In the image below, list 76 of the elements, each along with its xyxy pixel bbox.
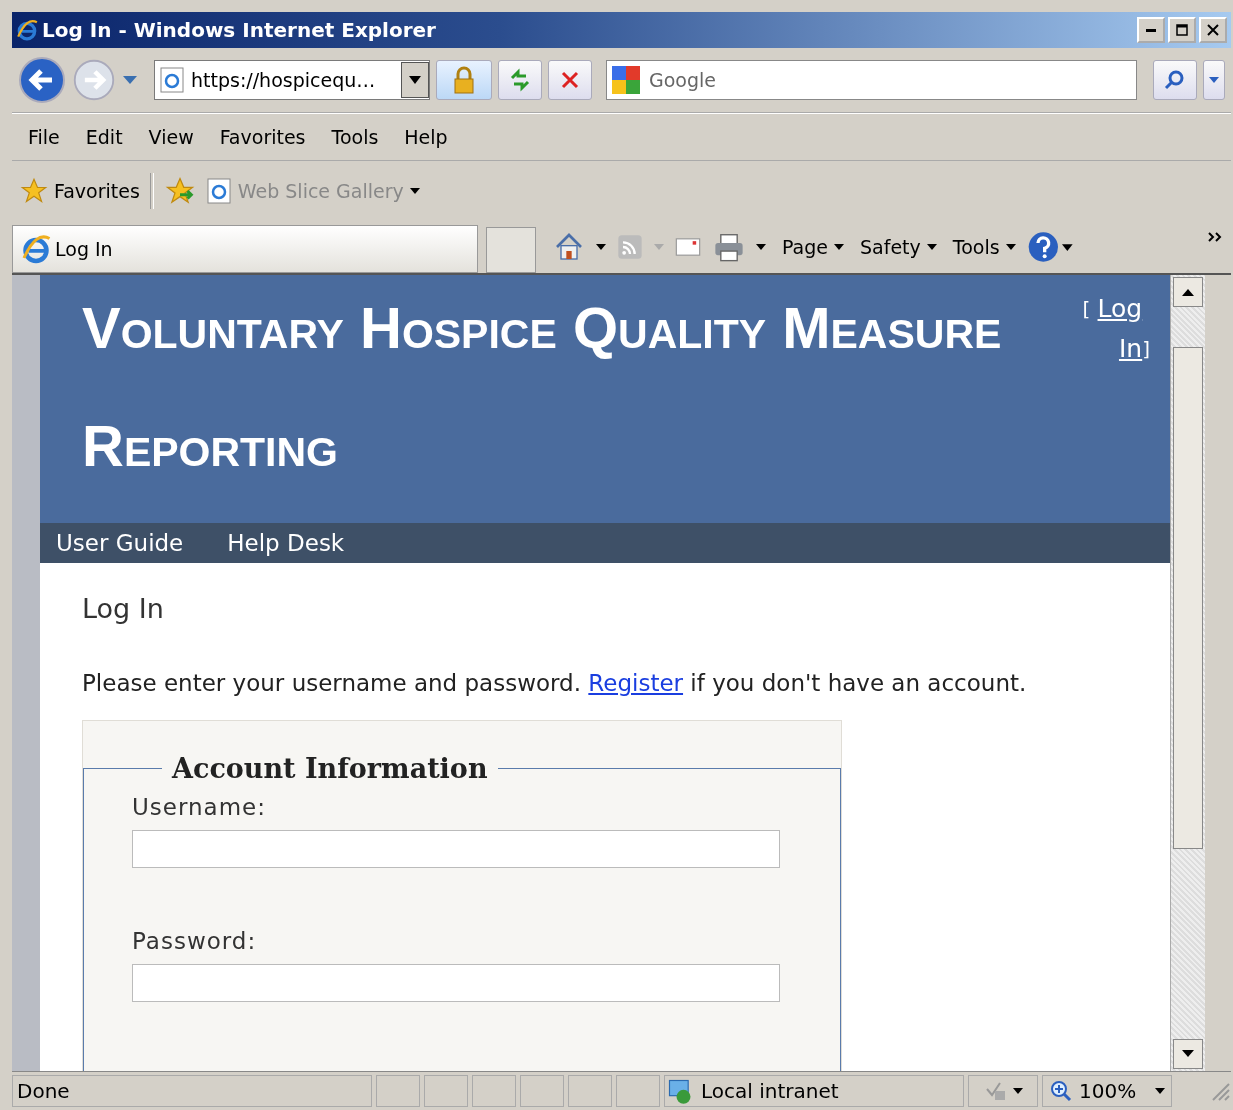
padlock-icon — [453, 66, 475, 94]
register-link[interactable]: Register — [588, 670, 684, 696]
address-dropdown-button[interactable] — [401, 62, 429, 98]
menu-item[interactable]: Help — [396, 122, 456, 152]
login-link[interactable]: Log In — [1090, 289, 1143, 369]
caret-icon — [1209, 77, 1219, 83]
fieldset-legend: Account Information — [162, 753, 498, 784]
status-pane — [424, 1075, 468, 1107]
scroll-up-icon[interactable] — [1182, 288, 1194, 296]
close-button[interactable] — [1199, 17, 1227, 43]
search-field[interactable]: Google — [606, 60, 1137, 100]
input-field[interactable] — [132, 964, 780, 1002]
star-icon — [20, 177, 48, 205]
field-label: Password: — [132, 928, 258, 954]
menu-item[interactable]: Favorites — [211, 122, 314, 152]
command-menu[interactable]: Safety — [860, 236, 937, 258]
window-title: Log In - Windows Internet Explorer — [42, 18, 436, 42]
caret-icon[interactable] — [596, 244, 606, 250]
mail-icon[interactable] — [674, 235, 702, 259]
command-menu[interactable]: Page — [782, 236, 844, 258]
status-pane — [472, 1075, 516, 1107]
nav-link[interactable]: User Guide — [56, 530, 184, 556]
scrollbar[interactable] — [1170, 275, 1205, 1071]
menu-item[interactable]: Tools — [323, 122, 387, 152]
page-icon — [205, 178, 232, 204]
bracket: ] — [1142, 336, 1150, 363]
browser-logo-icon — [16, 19, 38, 41]
minimize-icon — [1146, 28, 1156, 32]
status-pane — [520, 1075, 564, 1107]
stop-button[interactable] — [548, 60, 592, 100]
status-text: Done — [12, 1075, 372, 1107]
caret-icon — [1005, 244, 1016, 250]
search-options-button[interactable] — [1203, 60, 1225, 100]
caret-icon — [834, 244, 844, 250]
refresh-button[interactable] — [498, 60, 542, 100]
browser-tab[interactable]: Log In — [12, 225, 478, 273]
page-heading: Log In — [82, 593, 165, 624]
command-menu[interactable]: Tools — [952, 236, 1016, 258]
back-button[interactable] — [18, 56, 66, 104]
instructions-text: Please enter your username and password. Register if you don't have an account. — [82, 670, 1028, 696]
nav-link[interactable]: Help Desk — [227, 530, 345, 556]
favorites-button[interactable]: Favorites — [20, 177, 140, 205]
menu-item[interactable]: View — [140, 122, 202, 152]
caret-icon — [926, 244, 937, 250]
site-title: Voluntary Hospice Quality Measure Reporting — [82, 294, 1003, 480]
caret-icon — [1155, 1088, 1165, 1094]
caret-icon — [409, 76, 421, 84]
search-button[interactable] — [1153, 60, 1197, 100]
menu-item[interactable]: Edit — [77, 122, 131, 152]
browser-logo-icon — [21, 234, 51, 264]
scroll-down-icon[interactable] — [1182, 1050, 1194, 1058]
dropdown-arrow-icon[interactable] — [122, 75, 138, 85]
refresh-icon — [508, 68, 532, 92]
zoom-icon — [1049, 1079, 1073, 1103]
caret-icon — [1013, 1088, 1023, 1094]
address-field[interactable]: https://hospicequ… — [154, 60, 430, 100]
status-pane — [376, 1075, 420, 1107]
maximize-button[interactable] — [1168, 17, 1196, 43]
printer-icon[interactable] — [712, 232, 746, 262]
maximize-icon — [1176, 24, 1188, 36]
menu-item[interactable]: File — [20, 122, 68, 152]
stop-icon — [559, 69, 581, 91]
caret-icon — [409, 188, 420, 194]
status-pane — [616, 1075, 660, 1107]
page-icon — [159, 67, 185, 93]
padlock-button[interactable] — [436, 60, 492, 100]
status-pane — [568, 1075, 612, 1107]
minimize-button[interactable] — [1137, 17, 1165, 43]
chevron-icon[interactable] — [1207, 231, 1223, 243]
security-zone: Local intranet — [664, 1075, 964, 1107]
input-field[interactable] — [132, 830, 780, 868]
caret-icon[interactable] — [756, 244, 766, 250]
zoom-button[interactable]: 100% — [1042, 1075, 1172, 1107]
close-icon — [1207, 24, 1219, 36]
field-label: Username: — [132, 794, 267, 820]
bracket: [ — [1082, 296, 1091, 323]
